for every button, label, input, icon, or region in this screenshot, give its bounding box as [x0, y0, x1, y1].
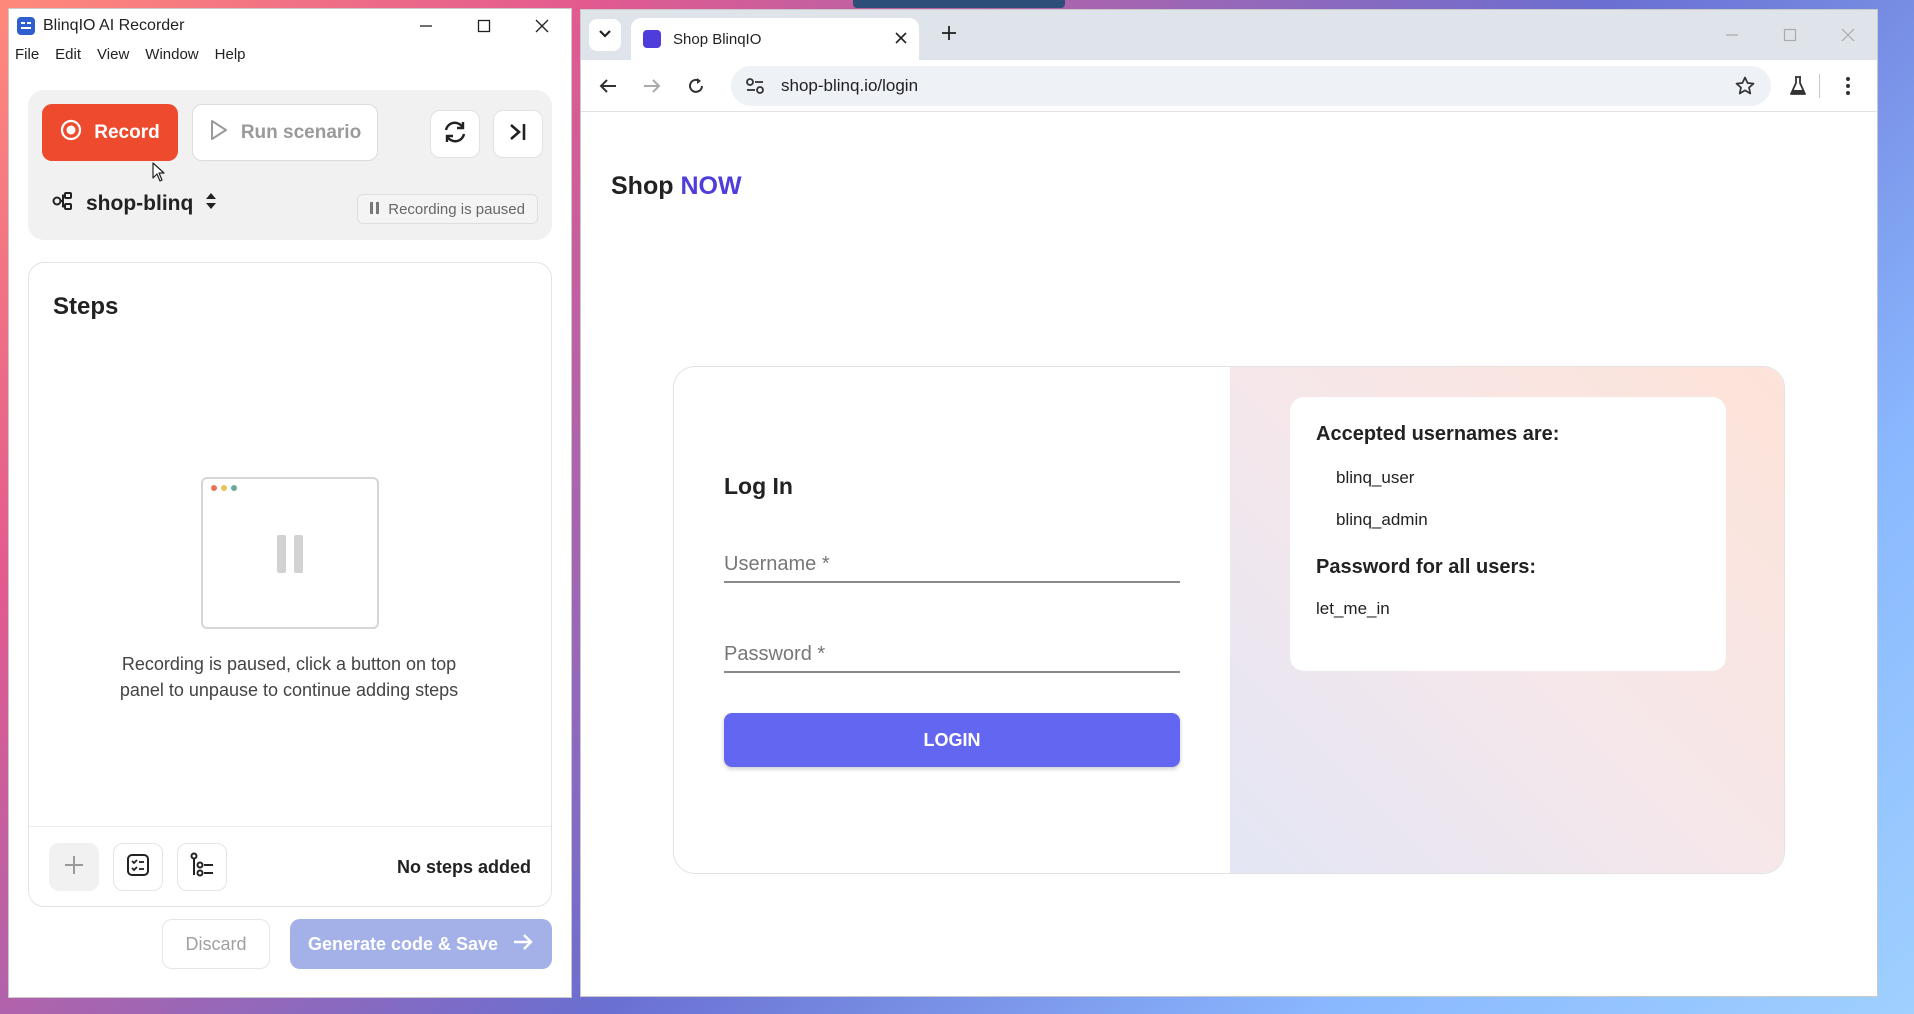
generate-label: Generate code & Save [307, 933, 499, 954]
back-arrow-icon[interactable] [595, 73, 621, 99]
close-icon[interactable] [513, 9, 571, 43]
kebab-menu-icon[interactable] [1835, 73, 1861, 99]
bookmark-star-icon[interactable] [1735, 76, 1755, 101]
sort-updown-icon [205, 190, 217, 218]
password-input[interactable] [724, 637, 1180, 671]
project-selector[interactable]: shop-blinq [52, 190, 217, 218]
recorder-menubar: File Edit View Window Help [9, 43, 571, 65]
tab-shop-blinqio[interactable]: Shop BlinqIO [631, 18, 919, 60]
skip-to-end-button[interactable] [493, 110, 543, 158]
address-bar[interactable]: shop-blinq.io/login [731, 66, 1771, 106]
desktop-taskbar-strip [853, 0, 1065, 8]
credentials-panel: Accepted usernames are: blinq_user blinq… [1230, 367, 1784, 873]
refresh-icon [442, 119, 468, 150]
brand-logo[interactable]: Shop NOW [611, 172, 742, 201]
browser-toolbar: shop-blinq.io/login [581, 60, 1877, 112]
window-dots-icon [211, 485, 237, 491]
site-favicon-icon [643, 30, 661, 48]
browser-close-icon[interactable] [1819, 10, 1877, 60]
status-badge: Recording is paused [357, 194, 538, 224]
credentials-info-box: Accepted usernames are: blinq_user blinq… [1290, 397, 1726, 671]
page-content: Shop NOW Log In LOGIN Accepted usernames… [581, 112, 1877, 996]
menu-view[interactable]: View [97, 46, 129, 63]
brand-accent: NOW [680, 172, 742, 200]
username-input[interactable] [724, 547, 1180, 581]
menu-help[interactable]: Help [215, 46, 246, 63]
paused-illustration [201, 477, 379, 629]
password-value: let_me_in [1316, 599, 1390, 618]
project-tree-icon [52, 191, 74, 217]
recorder-window: BlinqIO AI Recorder File Edit View Windo… [8, 8, 572, 998]
run-scenario-label: Run scenario [240, 121, 362, 143]
login-form: Log In LOGIN [674, 367, 1230, 873]
tab-close-icon[interactable] [895, 31, 907, 48]
menu-edit[interactable]: Edit [55, 46, 81, 63]
discard-button[interactable]: Discard [162, 919, 270, 969]
steps-panel: Steps Recording is paused, click a butto… [28, 262, 552, 907]
username-item: blinq_user [1336, 468, 1415, 487]
arrow-right-icon [512, 933, 534, 956]
username-item: blinq_admin [1336, 510, 1428, 529]
password-field-wrap [724, 637, 1180, 673]
recorder-top-panel: Record Run scenario shop-blinq Recording… [28, 90, 552, 240]
menu-window[interactable]: Window [145, 46, 198, 63]
generate-code-save-button[interactable]: Generate code & Save [290, 919, 552, 969]
toolbar-divider [1819, 74, 1820, 98]
steps-footer: No steps added [29, 826, 551, 906]
labs-flask-icon[interactable] [1785, 73, 1811, 99]
blinqio-logo-icon [17, 17, 35, 35]
refresh-button[interactable] [430, 110, 480, 158]
site-settings-icon[interactable] [745, 77, 765, 100]
status-badge-text: Recording is paused [388, 200, 525, 218]
minimize-icon[interactable] [397, 9, 455, 43]
chevron-down-icon [598, 26, 612, 44]
login-heading: Log In [724, 473, 793, 499]
record-icon [60, 119, 82, 147]
reload-icon[interactable] [683, 73, 709, 99]
play-icon [209, 119, 229, 147]
usernames-heading: Accepted usernames are: [1316, 423, 1560, 445]
maximize-icon[interactable] [455, 9, 513, 43]
browser-window: Shop BlinqIO shop-blinq.io/login Shop NO… [580, 9, 1878, 997]
run-scenario-button[interactable]: Run scenario [192, 104, 378, 161]
new-tab-button[interactable] [936, 22, 962, 48]
steps-title: Steps [53, 293, 119, 320]
large-pause-icon [277, 535, 303, 573]
record-button[interactable]: Record [42, 104, 178, 161]
brand-prefix: Shop [611, 172, 674, 200]
password-heading: Password for all users: [1316, 556, 1537, 578]
browser-tabbar: Shop BlinqIO [581, 10, 1877, 60]
checklist-button[interactable] [113, 843, 163, 891]
recorder-titlebar: BlinqIO AI Recorder [9, 9, 571, 43]
no-steps-label: No steps added [396, 857, 531, 877]
forward-arrow-icon[interactable] [639, 73, 665, 99]
login-button[interactable]: LOGIN [724, 713, 1180, 767]
tab-search-button[interactable] [589, 19, 621, 51]
step-list-button[interactable] [177, 843, 227, 891]
username-field-wrap [724, 547, 1180, 583]
add-step-button[interactable] [49, 843, 99, 891]
plus-icon [941, 25, 957, 46]
project-name: shop-blinq [86, 192, 194, 215]
login-card: Log In LOGIN Accepted usernames are: bli… [673, 366, 1785, 874]
tab-title: Shop BlinqIO [673, 30, 762, 48]
menu-file[interactable]: File [15, 46, 39, 63]
empty-steps-message: Recording is paused, click a button on t… [119, 654, 459, 700]
browser-minimize-icon[interactable] [1703, 10, 1761, 60]
mouse-cursor-icon [152, 162, 166, 187]
record-label: Record [94, 121, 160, 143]
skip-end-icon [507, 121, 529, 148]
url-text: shop-blinq.io/login [781, 76, 919, 95]
list-tree-icon [189, 852, 215, 883]
plus-icon [63, 854, 85, 881]
checklist-icon [126, 853, 150, 882]
browser-maximize-icon[interactable] [1761, 10, 1819, 60]
recorder-title: BlinqIO AI Recorder [43, 17, 185, 34]
pause-icon [370, 201, 380, 218]
